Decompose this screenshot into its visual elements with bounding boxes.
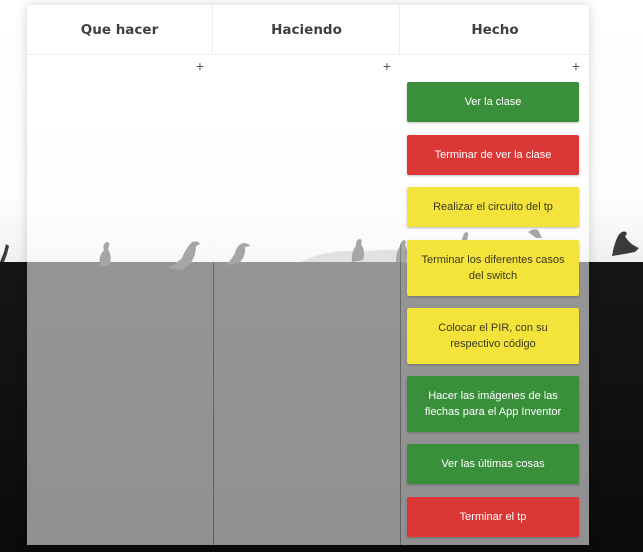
add-card-button[interactable]: + xyxy=(383,59,391,73)
column-header: Hecho xyxy=(401,5,589,55)
add-card-button[interactable]: + xyxy=(572,59,580,73)
seagull-shape xyxy=(612,231,639,256)
column-body[interactable]: + Ver la clase Terminar de ver la clase Re… xyxy=(401,55,589,545)
column-haciendo: Haciendo + xyxy=(214,5,401,545)
column-header: Que hacer xyxy=(27,5,213,55)
task-card[interactable]: Realizar el circuito del tp xyxy=(407,187,579,227)
task-card[interactable]: Terminar el tp xyxy=(407,497,579,537)
task-card[interactable]: Terminar los diferentes casos del switch xyxy=(407,240,579,296)
task-card[interactable]: Terminar de ver la clase xyxy=(407,135,579,175)
column-body[interactable]: + xyxy=(27,55,213,545)
task-card-text: Realizar el circuito del tp xyxy=(433,201,553,213)
task-card-text: Ver las últimas cosas xyxy=(441,458,545,470)
column-hecho: Hecho + Ver la clase Terminar de ver la c… xyxy=(401,5,589,545)
task-card-text: Colocar el PIR, con su respectivo código xyxy=(438,322,548,350)
column-header: Haciendo xyxy=(214,5,400,55)
card-list: Ver la clase Terminar de ver la clase Real… xyxy=(407,82,579,549)
task-card[interactable]: Ver la clase xyxy=(407,82,579,122)
add-card-button[interactable]: + xyxy=(196,59,204,73)
column-body[interactable]: + xyxy=(214,55,400,545)
task-card-text: Terminar los diferentes casos del switch xyxy=(421,254,565,282)
seagull-shape xyxy=(0,244,9,262)
task-card-text: Terminar de ver la clase xyxy=(434,149,552,161)
kanban-board: Que hacer + Haciendo + Hecho + Ver la cl… xyxy=(27,5,589,545)
column-que-hacer: Que hacer + xyxy=(27,5,214,545)
column-title: Haciendo xyxy=(271,21,342,38)
task-card[interactable]: Ver las últimas cosas xyxy=(407,444,579,484)
task-card-text: Ver la clase xyxy=(464,96,522,108)
column-title: Hecho xyxy=(471,21,519,38)
task-card[interactable]: Colocar el PIR, con su respectivo código xyxy=(407,308,579,364)
column-title: Que hacer xyxy=(80,21,159,38)
task-card[interactable]: Hacer las imágenes de las flechas para e… xyxy=(407,376,579,432)
task-card-text: Terminar el tp xyxy=(459,511,527,523)
task-card-text: Hacer las imágenes de las flechas para e… xyxy=(424,390,562,418)
